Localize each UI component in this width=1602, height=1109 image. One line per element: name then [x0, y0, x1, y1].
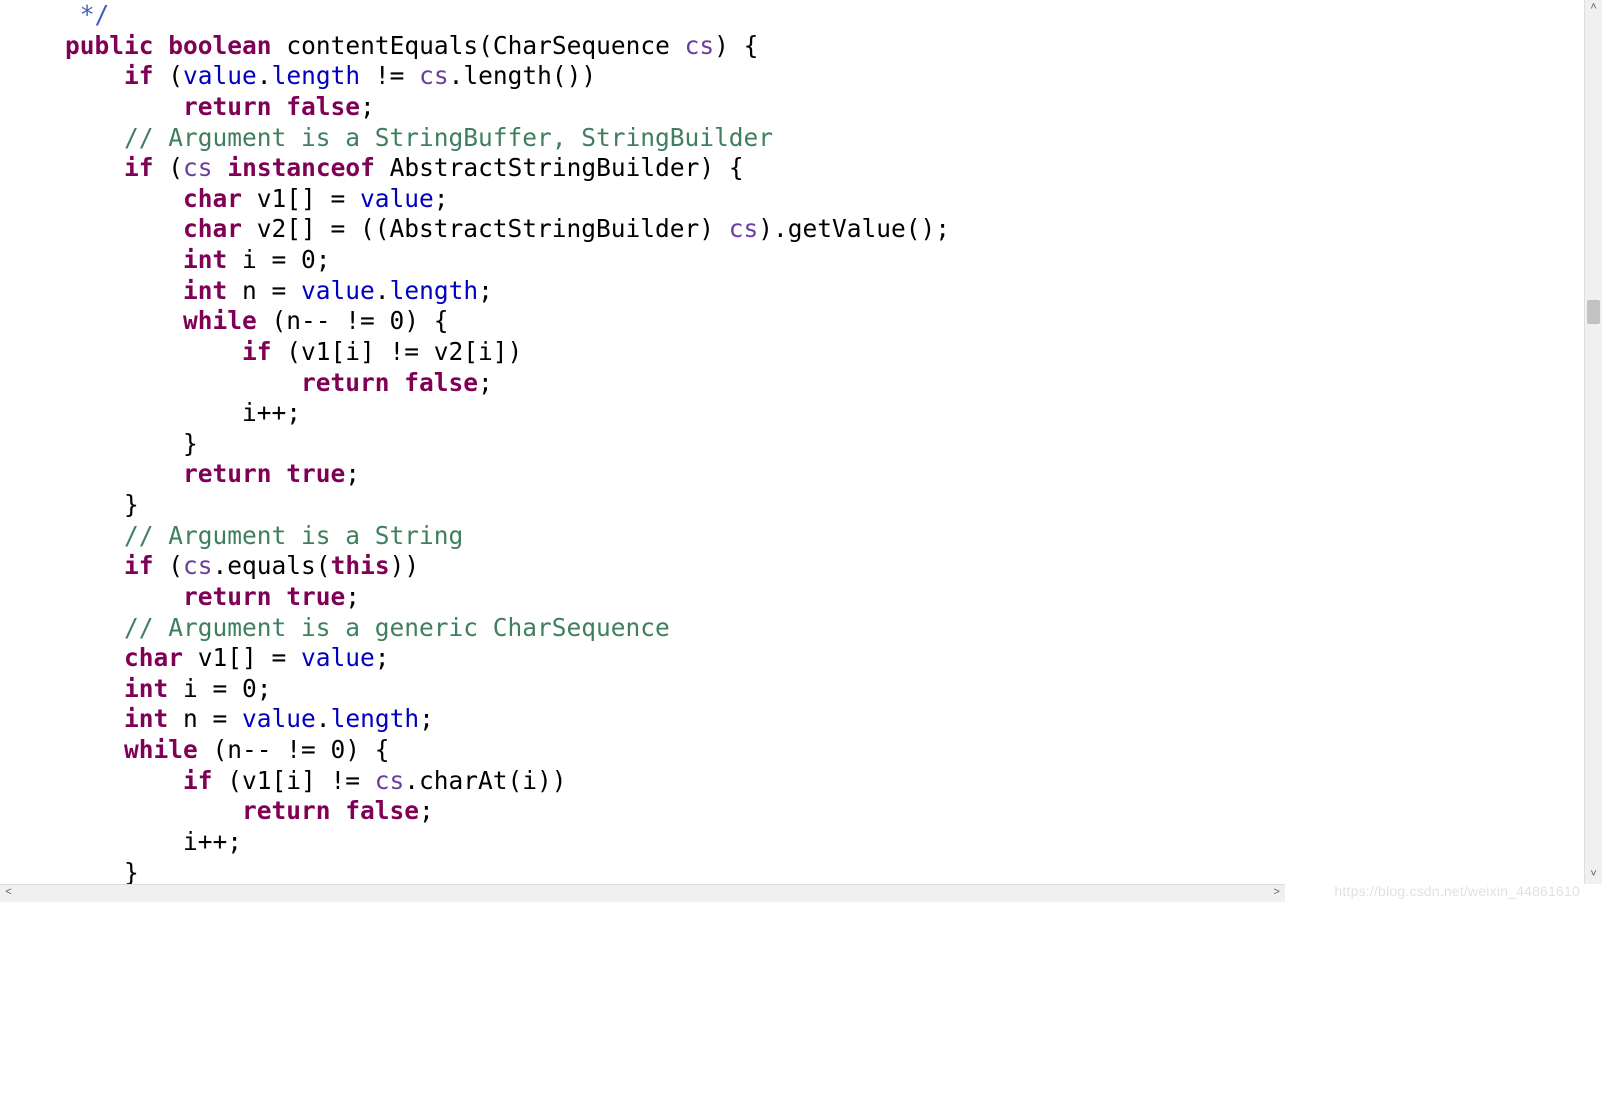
brace-close-2: } [6, 858, 139, 887]
var-cs: cs [183, 551, 213, 580]
kw-while: while [6, 735, 198, 764]
scroll-left-icon[interactable]: ˂ [0, 885, 17, 902]
kw-if: if [6, 766, 213, 795]
i-decl: i = 0; [227, 245, 330, 274]
var-cs: cs [419, 61, 449, 90]
kw-int: int [6, 674, 168, 703]
semi: ; [345, 582, 360, 611]
call-equals: .equals( [213, 551, 331, 580]
if-cond: (v1[i] != v2[i]) [272, 337, 523, 366]
var-cs: cs [375, 766, 405, 795]
field-value: value [360, 184, 434, 213]
call-tail: .length()) [449, 61, 597, 90]
kw-if: if [6, 551, 154, 580]
stmt-ipp: i++; [6, 398, 301, 427]
code-viewport: */ public boolean contentEquals(CharSequ… [0, 0, 1297, 884]
param-cs: cs [685, 31, 715, 60]
kw-false: false [286, 92, 360, 121]
kw-while: while [6, 306, 257, 335]
kw-return: return [6, 368, 390, 397]
while-cond-2: (n-- != 0) { [198, 735, 390, 764]
var-cs: cs [729, 214, 759, 243]
brace-close: } [6, 429, 198, 458]
semi: ; [345, 459, 360, 488]
code-block: */ public boolean contentEquals(CharSequ… [6, 0, 1291, 888]
method-name: contentEquals(CharSequence [286, 31, 684, 60]
vertical-scrollbar[interactable]: ˄ ˅ [1584, 0, 1602, 884]
kw-this: this [331, 551, 390, 580]
kw-false: false [345, 796, 419, 825]
sp [213, 153, 228, 182]
v1-decl-2: v1[] = [183, 643, 301, 672]
var-cs: cs [183, 153, 213, 182]
semi: ; [419, 704, 434, 733]
v2-tail: ).getValue(); [758, 214, 950, 243]
while-cond: (n-- != 0) { [257, 306, 449, 335]
scroll-down-icon[interactable]: ˅ [1585, 867, 1602, 884]
kw-return: return [6, 92, 272, 121]
kw-int: int [6, 245, 227, 274]
stmt-ipp-2: i++; [6, 827, 242, 856]
kw-if: if [6, 153, 154, 182]
field-value: value [301, 643, 375, 672]
kw-true: true [286, 582, 345, 611]
type-tail: AbstractStringBuilder) { [375, 153, 744, 182]
paren-close: )) [390, 551, 420, 580]
charAt-tail: .charAt(i)) [404, 766, 566, 795]
field-value: value [242, 704, 316, 733]
kw-instanceof: instanceof [227, 153, 375, 182]
scroll-right-icon[interactable]: ˃ [1268, 885, 1285, 902]
semi: ; [478, 368, 493, 397]
field-length: length [331, 704, 420, 733]
comment-2: // Argument is a String [6, 521, 463, 550]
v1-decl: v1[] = [242, 184, 360, 213]
sig-tail: ) { [714, 31, 758, 60]
vertical-scrollbar-thumb[interactable] [1587, 300, 1600, 324]
semi: ; [434, 184, 449, 213]
kw-boolean: boolean [168, 31, 271, 60]
if-left: (v1[i] != [213, 766, 375, 795]
dot: . [375, 276, 390, 305]
kw-int: int [6, 704, 168, 733]
dot: . [257, 61, 272, 90]
op-ne: != [360, 61, 419, 90]
horizontal-scrollbar[interactable]: ˂ ˃ [0, 884, 1285, 902]
paren-open: ( [154, 551, 184, 580]
kw-char: char [6, 214, 242, 243]
n-decl: n = [227, 276, 301, 305]
semi: ; [478, 276, 493, 305]
kw-return: return [6, 796, 331, 825]
kw-return: return [6, 459, 272, 488]
javadoc-close: */ [6, 0, 109, 29]
v2-decl: v2[] = ((AbstractStringBuilder) [242, 214, 729, 243]
kw-char: char [6, 643, 183, 672]
comment-3: // Argument is a generic CharSequence [6, 613, 670, 642]
field-value: value [301, 276, 375, 305]
kw-public: public [6, 31, 154, 60]
kw-int: int [6, 276, 227, 305]
brace-close: } [6, 490, 139, 519]
semi: ; [375, 643, 390, 672]
paren-open: ( [154, 153, 184, 182]
i-decl-2: i = 0; [168, 674, 271, 703]
kw-char: char [6, 184, 242, 213]
field-value: value [183, 61, 257, 90]
kw-return: return [6, 582, 272, 611]
n-decl-2: n = [168, 704, 242, 733]
semi: ; [419, 796, 434, 825]
comment-1: // Argument is a StringBuffer, StringBui… [6, 123, 773, 152]
field-length: length [272, 61, 361, 90]
scroll-up-icon[interactable]: ˄ [1585, 0, 1602, 17]
kw-true: true [286, 459, 345, 488]
semi: ; [360, 92, 375, 121]
dot: . [316, 704, 331, 733]
kw-if: if [6, 337, 272, 366]
paren-open: ( [154, 61, 184, 90]
watermark-text: https://blog.csdn.net/weixin_44861610 [1334, 883, 1580, 901]
kw-if: if [6, 61, 154, 90]
field-length: length [390, 276, 479, 305]
kw-false: false [404, 368, 478, 397]
